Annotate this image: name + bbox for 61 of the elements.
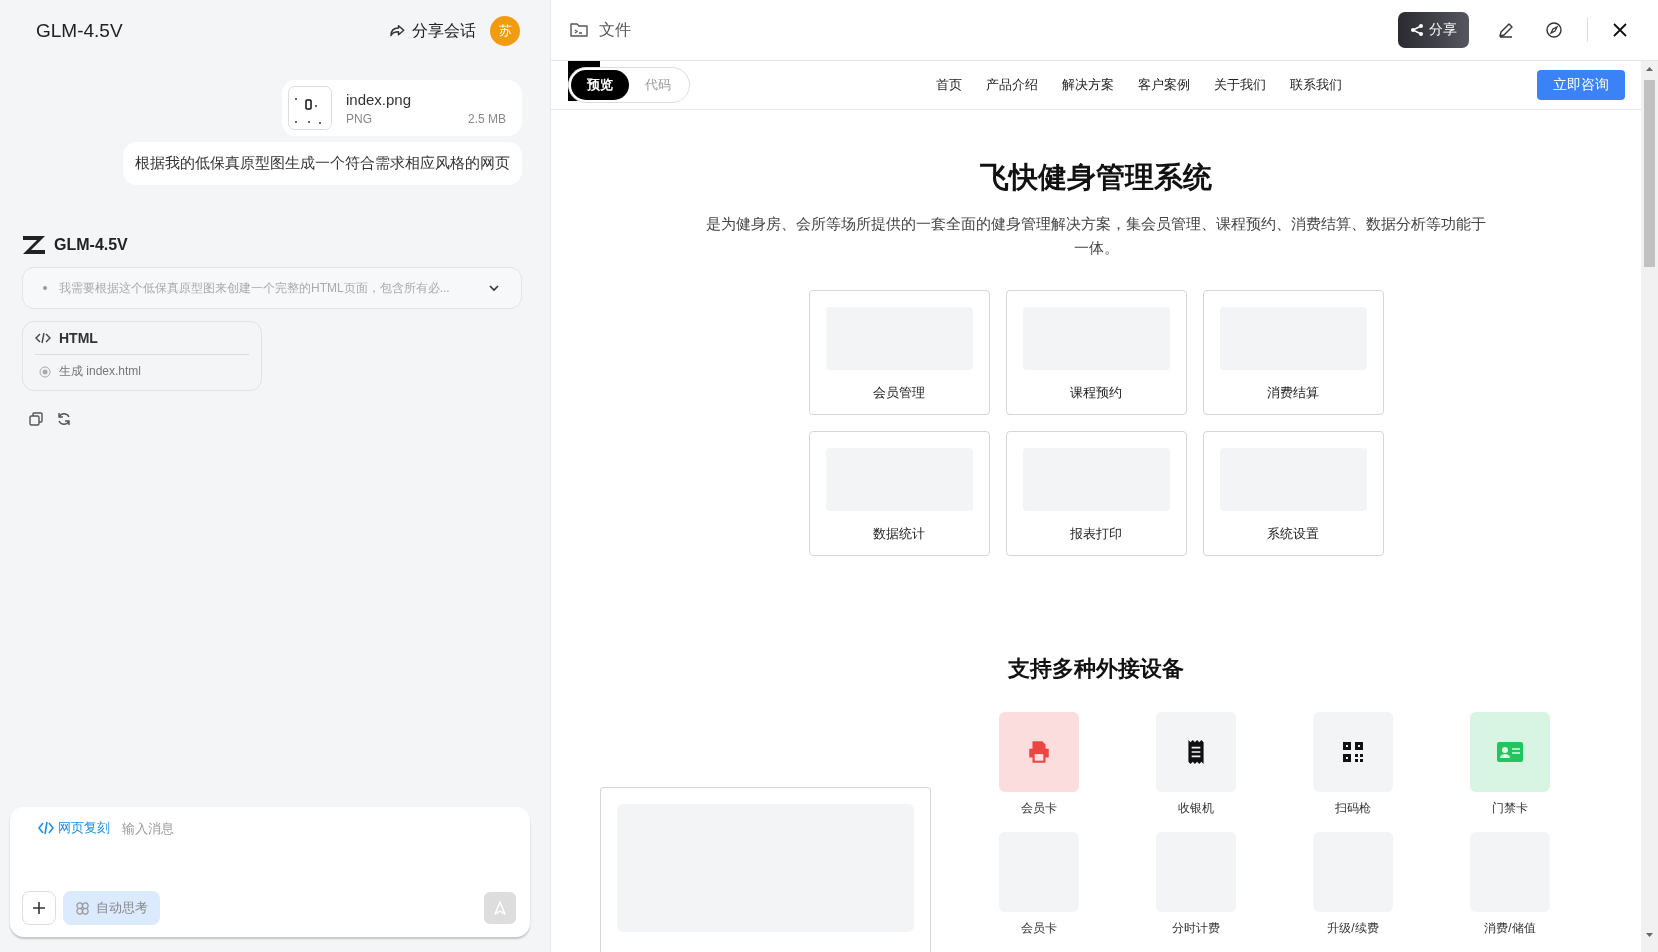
feature-label: 系统设置	[1267, 525, 1319, 543]
user-message: 根据我的低保真原型图生成一个符合需求相应风格的网页	[123, 142, 522, 185]
file-type: PNG	[346, 111, 372, 126]
nav-link[interactable]: 客户案例	[1137, 76, 1190, 94]
file-size: 2.5 MB	[468, 111, 506, 126]
knot-icon	[75, 900, 90, 916]
scrollbar[interactable]	[1641, 61, 1658, 952]
device-label: 分时计费	[1172, 920, 1220, 937]
send-arrow-icon	[492, 900, 508, 916]
thinking-text: 我需要根据这个低保真原型图来创建一个完整的HTML页面，包含所有必...	[59, 279, 451, 297]
section-title: 支持多种外接设备	[1008, 655, 1184, 683]
artifact-title: HTML	[59, 330, 98, 346]
feature-label: 消费结算	[1267, 384, 1319, 402]
scroll-down-icon[interactable]	[1646, 933, 1653, 937]
nav-link[interactable]: 联系我们	[1289, 76, 1342, 94]
nav-link[interactable]: 首页	[935, 76, 962, 94]
code-icon	[35, 330, 51, 346]
attachment-card[interactable]: index.png PNG 2.5 MB	[282, 80, 522, 136]
file-name: index.png	[346, 90, 413, 108]
scrollbar-thumb[interactable]	[1644, 80, 1655, 267]
share-icon	[1410, 23, 1424, 37]
edit-icon[interactable]	[1497, 21, 1515, 39]
image-thumbnail-icon	[288, 86, 332, 130]
device-label: 升级/续费	[1327, 920, 1379, 937]
feature-label: 课程预约	[1070, 384, 1122, 402]
radio-icon	[39, 365, 51, 378]
feature-label: 会员管理	[873, 384, 925, 402]
chat-title: GLM-4.5V	[36, 20, 124, 42]
copy-icon[interactable]	[28, 411, 44, 427]
nav-link[interactable]: 产品介绍	[985, 76, 1038, 94]
feature-label: 报表打印	[1070, 525, 1122, 543]
share-button[interactable]: 分享	[1398, 12, 1469, 48]
hero-text: 是为健身房、会所等场所提供的一套全面的健身管理解决方案，集会员管理、课程预约、消费结算、数据分析等功能于一体。	[706, 214, 1486, 258]
scroll-up-icon[interactable]	[1646, 67, 1653, 71]
close-icon[interactable]	[1612, 22, 1628, 38]
device-label: 会员卡	[1021, 800, 1057, 817]
device-label: 门禁卡	[1492, 800, 1528, 817]
hero-title: 飞快健身管理系统	[980, 160, 1212, 195]
device-label: 收银机	[1178, 800, 1214, 817]
plus-icon	[31, 900, 47, 916]
compass-icon[interactable]	[1545, 21, 1563, 39]
web-clone-tag[interactable]: 网页复刻	[38, 819, 110, 837]
device-label: 消费/储值	[1484, 920, 1536, 937]
feature-label: 数据统计	[873, 525, 925, 543]
artifact-card[interactable]: HTML 生成 index.html	[22, 321, 262, 391]
refresh-icon[interactable]	[56, 411, 72, 427]
nav-link[interactable]: 关于我们	[1213, 76, 1266, 94]
assistant-name: GLM-4.5V	[54, 236, 128, 254]
view-tab[interactable]: 预览	[571, 70, 629, 100]
z-logo-icon	[22, 235, 46, 255]
device-label: 会员卡	[1021, 920, 1057, 937]
artifact-step: 生成 index.html	[59, 363, 142, 380]
message-composer[interactable]: 网页复刻 输入消息 自动思考	[10, 807, 530, 937]
share-chat-button[interactable]: 分享会话	[388, 20, 476, 42]
consult-button[interactable]: 立即咨询	[1537, 70, 1625, 100]
panel-title: 文件	[599, 19, 631, 40]
terminal-folder-icon	[569, 20, 589, 40]
code-icon	[38, 820, 54, 836]
nav-link[interactable]: 解决方案	[1061, 76, 1114, 94]
add-button[interactable]	[22, 891, 56, 925]
device-label: 扫码枪	[1335, 800, 1371, 817]
